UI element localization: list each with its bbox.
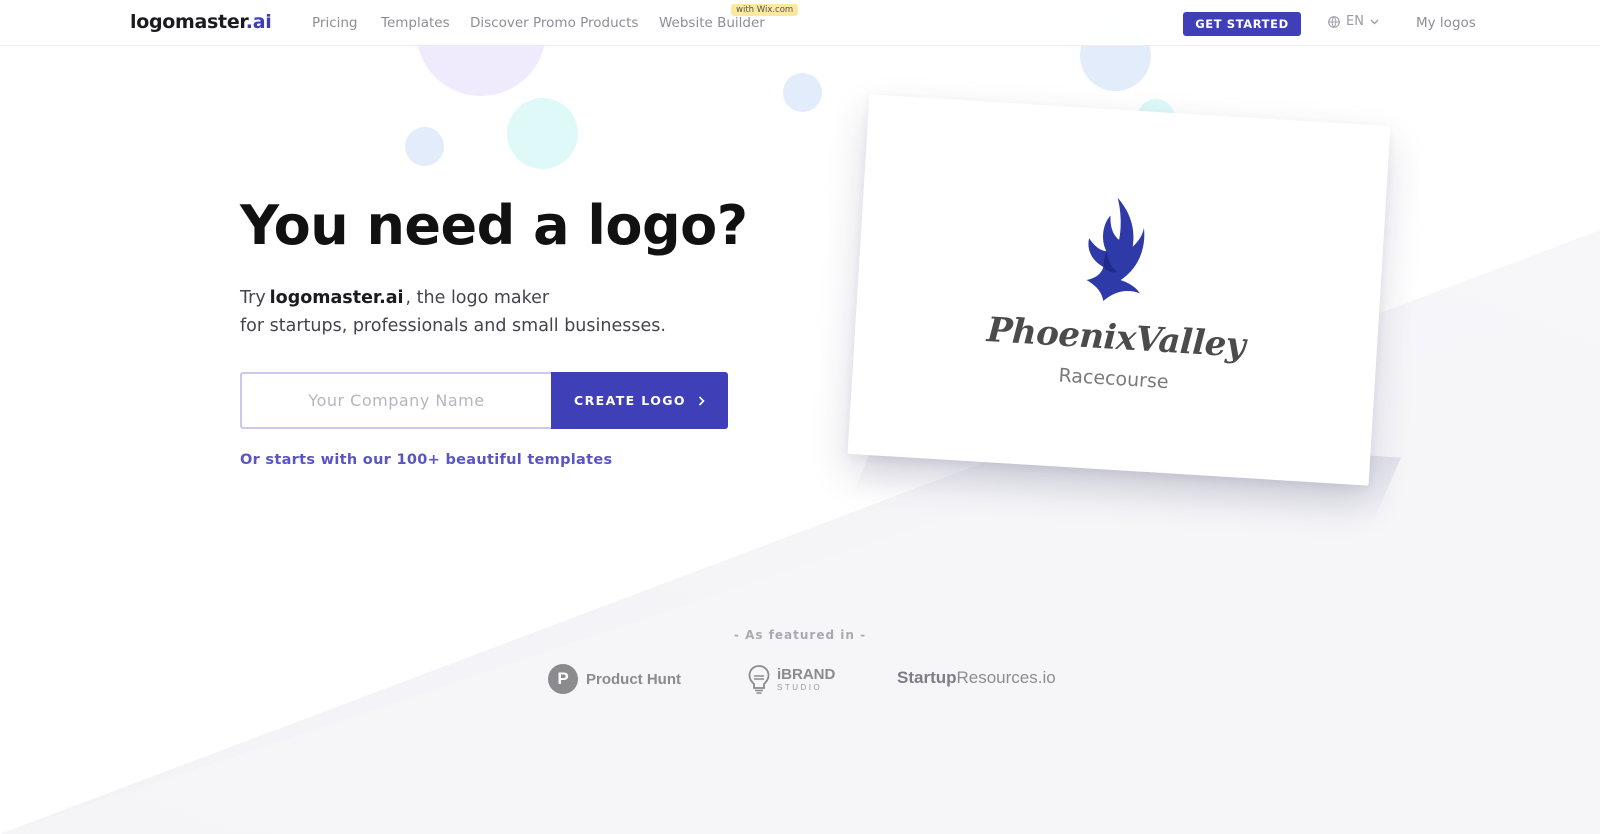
decorative-bubble — [405, 127, 444, 166]
landing-page: logomaster.ai Pricing Templates Discover… — [0, 0, 1600, 834]
language-label: EN — [1346, 14, 1364, 29]
subtitle-prefix: Try — [240, 288, 266, 308]
nav-pricing[interactable]: Pricing — [312, 15, 358, 31]
featured-label: - As featured in - — [733, 628, 867, 642]
get-started-button[interactable]: GET STARTED — [1183, 12, 1301, 36]
ibrand-sub: STUDIO — [777, 682, 823, 692]
subtitle-brand: logomaster.ai — [269, 288, 404, 308]
brand-tld: .ai — [245, 11, 272, 33]
lightbulb-icon — [748, 665, 770, 694]
ibrand-studio-logo: iBRAND STUDIO — [747, 664, 835, 694]
brand-name: logomaster — [130, 11, 246, 33]
create-logo-button[interactable]: CREATE LOGO — [551, 372, 728, 429]
company-name-input[interactable] — [240, 372, 551, 429]
decorative-bubble — [507, 98, 578, 169]
sample-logo-card: PhoenixValley Racecourse — [847, 94, 1402, 526]
hero-title: You need a logo? — [240, 194, 748, 257]
create-logo-form: CREATE LOGO — [240, 372, 728, 429]
nav-promo-products[interactable]: Discover Promo Products — [470, 15, 638, 31]
nav-templates[interactable]: Templates — [381, 15, 450, 31]
hero-subtitle: Try logomaster.ai, the logo maker for sta… — [240, 284, 666, 340]
brand-logo[interactable]: logomaster.ai — [130, 11, 272, 33]
nav-website-builder[interactable]: Website Builder — [659, 15, 765, 31]
product-hunt-name: Product Hunt — [586, 670, 681, 688]
my-logos-link[interactable]: My logos — [1416, 15, 1476, 31]
wix-badge: with Wix.com — [731, 4, 799, 16]
chevron-down-icon — [1370, 19, 1379, 24]
startup-resources-logo: StartupResources.io — [897, 668, 1056, 688]
startup-resources-rest: Resources.io — [956, 668, 1056, 687]
templates-link[interactable]: Or starts with our 100+ beautiful templa… — [240, 452, 612, 468]
decorative-bubble — [783, 73, 822, 112]
phoenix-icon — [1086, 197, 1145, 302]
startup-resources-bold: Startup — [897, 668, 957, 687]
top-nav: logomaster.ai Pricing Templates Discover… — [0, 0, 1600, 46]
subtitle-line2: for startups, professionals and small bu… — [240, 316, 666, 336]
language-selector[interactable]: EN — [1328, 14, 1379, 29]
globe-icon — [1328, 15, 1340, 28]
product-hunt-logo: P Product Hunt — [548, 664, 681, 694]
subtitle-suffix: , the logo maker — [405, 288, 550, 308]
create-logo-label: CREATE LOGO — [574, 393, 686, 408]
card-surface: PhoenixValley Racecourse — [847, 94, 1391, 486]
chevron-right-icon — [698, 395, 705, 406]
product-hunt-icon: P — [548, 664, 578, 694]
startup-resources-wordmark: StartupResources.io — [897, 668, 1056, 688]
ibrand-name: iBRAND — [777, 665, 836, 683]
ibrand-wordmark: iBRAND STUDIO — [777, 667, 835, 692]
